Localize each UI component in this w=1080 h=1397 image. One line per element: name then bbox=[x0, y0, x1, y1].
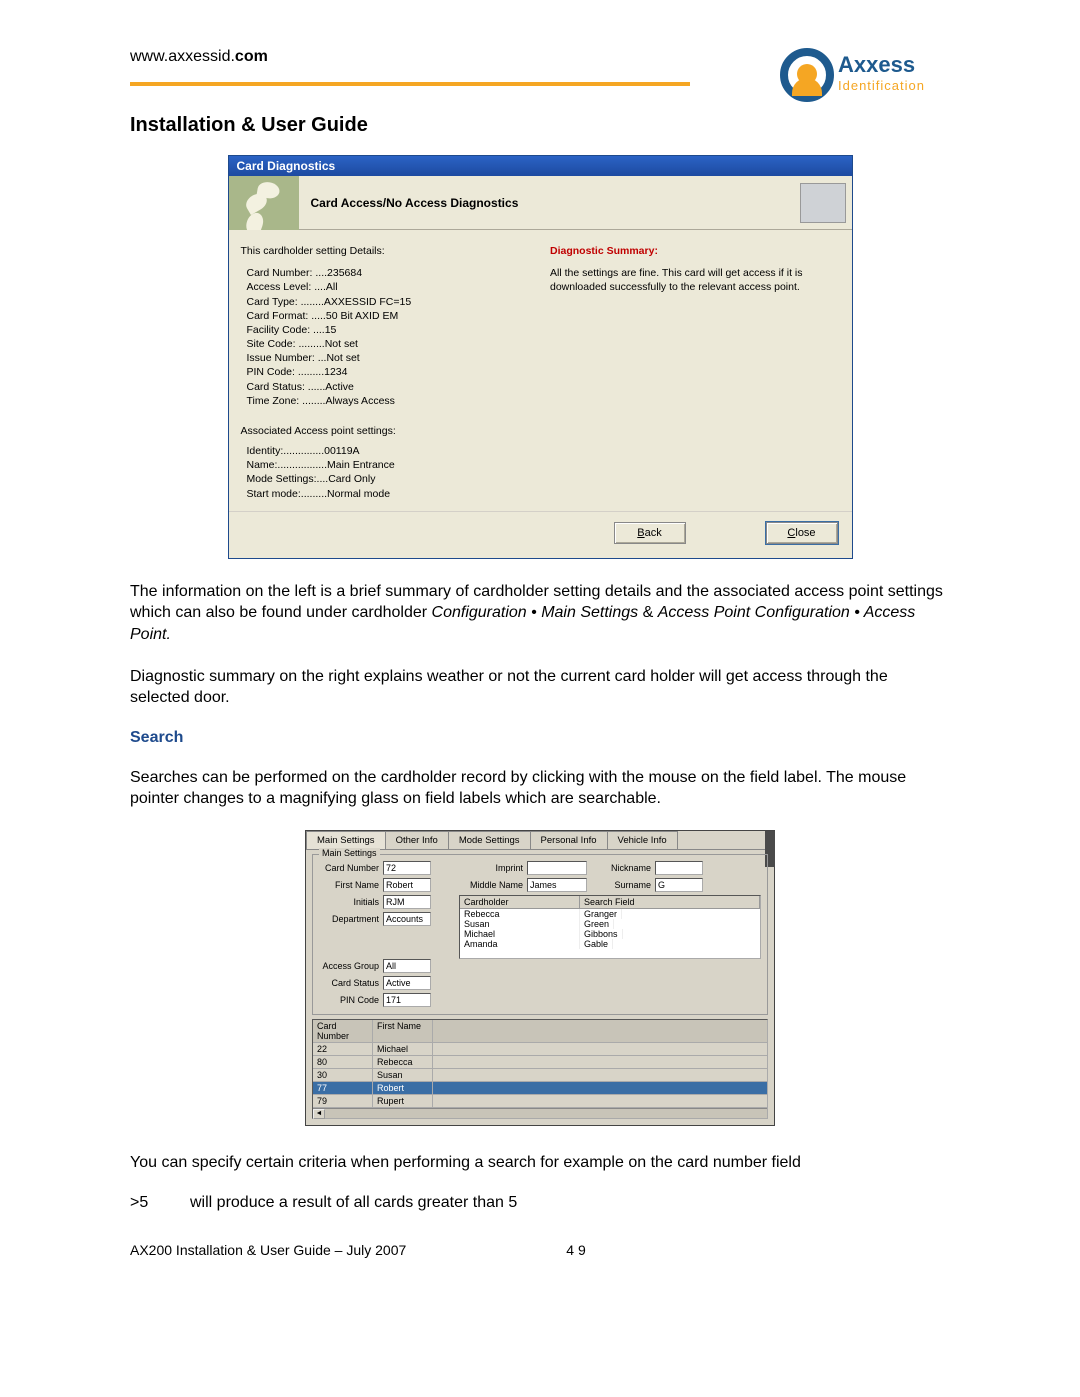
details-heading: This cardholder setting Details: bbox=[241, 244, 531, 258]
tab-vehicle-info[interactable]: Vehicle Info bbox=[607, 831, 678, 849]
paragraph-3: Searches can be performed on the cardhol… bbox=[130, 767, 950, 810]
imprint-label[interactable]: Imprint bbox=[435, 863, 523, 873]
tab-main-settings[interactable]: Main Settings bbox=[306, 831, 386, 849]
search-results-grid[interactable]: Cardholder Search Field RebeccaGranger S… bbox=[459, 895, 761, 959]
detail-line: Mode Settings:....Card Only bbox=[247, 472, 531, 486]
cardholder-grid[interactable]: Card Number First Name 22Michael 80Rebec… bbox=[312, 1019, 768, 1119]
close-button[interactable]: Close bbox=[766, 522, 838, 544]
pin-code-label[interactable]: PIN Code bbox=[319, 995, 379, 1005]
diagnostic-summary-column: Diagnostic Summary: All the settings are… bbox=[550, 244, 840, 501]
detail-line: Card Number: ....235684 bbox=[247, 266, 531, 280]
main-settings-screenshot: Main Settings Other Info Mode Settings P… bbox=[305, 830, 775, 1126]
col-cardholder: Cardholder bbox=[460, 896, 580, 908]
paragraph-1: The information on the left is a brief s… bbox=[130, 581, 950, 646]
access-group-label[interactable]: Access Group bbox=[319, 961, 379, 971]
banner-image-right bbox=[800, 183, 846, 223]
card-number-input[interactable]: 72 bbox=[383, 861, 431, 875]
detail-line: Card Format: .....50 Bit AXID EM bbox=[247, 309, 531, 323]
page-footer: AX200 Installation & User Guide – July 2… bbox=[130, 1242, 950, 1258]
middle-name-label[interactable]: Middle Name bbox=[435, 880, 523, 890]
logo-subtext: Identification bbox=[838, 78, 925, 93]
detail-line: Site Code: .........Not set bbox=[247, 337, 531, 351]
table-row: 22Michael bbox=[313, 1043, 767, 1056]
detail-line: Card Status: ......Active bbox=[247, 380, 531, 394]
footer-page-number: 4 9 bbox=[566, 1242, 585, 1258]
main-settings-group: Main Settings Card Number 72 Imprint Nic… bbox=[312, 854, 768, 1015]
initials-label[interactable]: Initials bbox=[319, 897, 379, 907]
dialog-titlebar: Card Diagnostics bbox=[229, 156, 852, 176]
url-plain: www.axxessid. bbox=[130, 48, 235, 65]
imprint-input[interactable] bbox=[527, 861, 587, 875]
detail-line: Facility Code: ....15 bbox=[247, 323, 531, 337]
col-search-field: Search Field bbox=[580, 896, 760, 908]
detail-line: Name:.................Main Entrance bbox=[247, 458, 531, 472]
card-status-label[interactable]: Card Status bbox=[319, 978, 379, 988]
dialog-banner: Card Access/No Access Diagnostics bbox=[229, 176, 852, 230]
cardholder-details-column: This cardholder setting Details: Card Nu… bbox=[241, 244, 531, 501]
detail-line: Access Level: ....All bbox=[247, 280, 531, 294]
footer-left: AX200 Installation & User Guide – July 2… bbox=[130, 1242, 406, 1258]
detail-line: PIN Code: .........1234 bbox=[247, 365, 531, 379]
nickname-input[interactable] bbox=[655, 861, 703, 875]
card-diagnostics-dialog: Card Diagnostics Card Access/No Access D… bbox=[228, 155, 853, 559]
tab-mode-settings[interactable]: Mode Settings bbox=[448, 831, 531, 849]
search-heading: Search bbox=[130, 729, 950, 747]
summary-heading: Diagnostic Summary: bbox=[550, 244, 840, 258]
axxess-logo: Axxess Identification bbox=[780, 48, 950, 108]
banner-title: Card Access/No Access Diagnostics bbox=[299, 196, 800, 210]
back-label: ack bbox=[645, 527, 662, 539]
initials-input[interactable]: RJM bbox=[383, 895, 431, 909]
banner-image-left bbox=[229, 176, 299, 230]
search-criteria-example: >5 will produce a result of all cards gr… bbox=[130, 1194, 950, 1212]
department-input[interactable]: Accounts bbox=[383, 912, 431, 926]
pin-code-input[interactable]: 171 bbox=[383, 993, 431, 1007]
close-label: lose bbox=[795, 527, 815, 539]
header-url: www.axxessid.com bbox=[130, 48, 268, 65]
table-row: 30Susan bbox=[313, 1069, 767, 1082]
access-group-input[interactable]: All bbox=[383, 959, 431, 973]
horizontal-scrollbar[interactable]: ◄ bbox=[313, 1108, 767, 1118]
table-row-selected: 77Robert bbox=[313, 1082, 767, 1095]
middle-name-input[interactable]: James bbox=[527, 878, 587, 892]
criteria-operator: >5 bbox=[130, 1194, 162, 1212]
scroll-left-icon[interactable]: ◄ bbox=[313, 1109, 325, 1119]
group-label: Main Settings bbox=[319, 848, 380, 858]
detail-line: Identity:..............00119A bbox=[247, 444, 531, 458]
col-first-name: First Name bbox=[373, 1020, 433, 1043]
criteria-description: will produce a result of all cards great… bbox=[190, 1194, 517, 1212]
tab-personal-info[interactable]: Personal Info bbox=[530, 831, 608, 849]
tab-other-info[interactable]: Other Info bbox=[385, 831, 449, 849]
table-row: 80Rebecca bbox=[313, 1056, 767, 1069]
card-status-input[interactable]: Active bbox=[383, 976, 431, 990]
surname-label[interactable]: Surname bbox=[591, 880, 651, 890]
surname-input[interactable]: G bbox=[655, 878, 703, 892]
first-name-label[interactable]: First Name bbox=[319, 880, 379, 890]
detail-line: Card Type: ........AXXESSID FC=15 bbox=[247, 295, 531, 309]
paragraph-2: Diagnostic summary on the right explains… bbox=[130, 666, 950, 709]
col-card-number: Card Number bbox=[313, 1020, 373, 1043]
nickname-label[interactable]: Nickname bbox=[591, 863, 651, 873]
department-label[interactable]: Department bbox=[319, 914, 379, 924]
detail-line: Time Zone: ........Always Access bbox=[247, 394, 531, 408]
header-divider bbox=[130, 82, 690, 86]
back-button[interactable]: Back bbox=[614, 522, 686, 544]
access-point-heading: Associated Access point settings: bbox=[241, 424, 531, 438]
paragraph-4: You can specify certain criteria when pe… bbox=[130, 1152, 950, 1174]
card-number-label[interactable]: Card Number bbox=[319, 863, 379, 873]
table-row: 79Rupert bbox=[313, 1095, 767, 1108]
summary-body: All the settings are fine. This card wil… bbox=[550, 266, 840, 294]
logo-text: Axxess bbox=[838, 52, 915, 78]
url-bold: com bbox=[235, 48, 268, 65]
detail-line: Start mode:.........Normal mode bbox=[247, 487, 531, 501]
page-title: Installation & User Guide bbox=[130, 114, 950, 137]
first-name-input[interactable]: Robert bbox=[383, 878, 431, 892]
detail-line: Issue Number: ...Not set bbox=[247, 351, 531, 365]
